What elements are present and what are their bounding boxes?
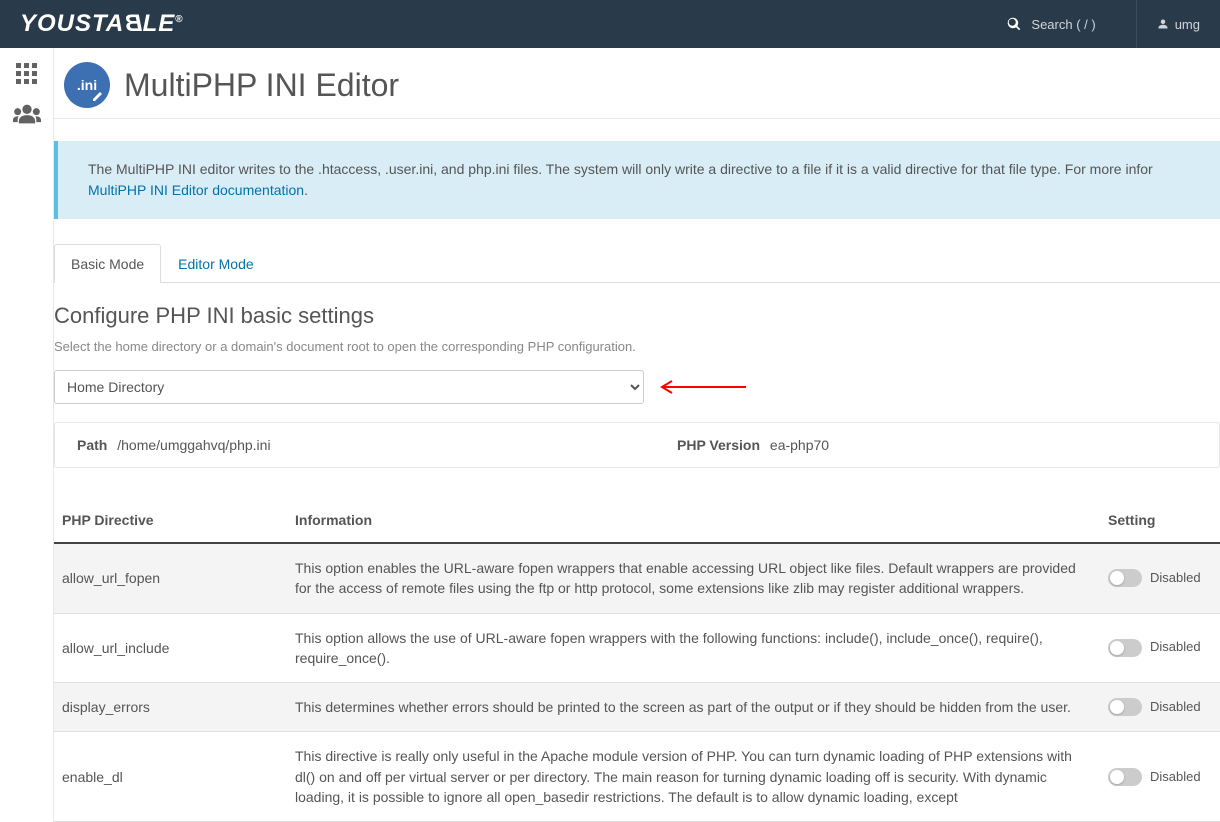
- search-area[interactable]: Search ( / ): [1007, 17, 1095, 32]
- info-text: The MultiPHP INI editor writes to the .h…: [88, 161, 1153, 177]
- directive-setting: Disabled: [1100, 683, 1220, 732]
- user-icon: [1157, 18, 1169, 30]
- mode-tabs: Basic Mode Editor Mode: [54, 244, 1220, 283]
- info-callout: The MultiPHP INI editor writes to the .h…: [54, 141, 1220, 219]
- sidebar: [0, 48, 54, 822]
- directive-setting: Disabled: [1100, 613, 1220, 683]
- brand-logo: YOUSTABLE®: [20, 10, 184, 38]
- user-menu[interactable]: umg: [1136, 0, 1200, 48]
- col-setting: Setting: [1100, 500, 1220, 543]
- annotation-arrow: [656, 379, 746, 395]
- toggle-switch[interactable]: [1108, 569, 1142, 587]
- table-row: display_errorsThis determines whether er…: [54, 683, 1220, 732]
- toggle-switch[interactable]: [1108, 768, 1142, 786]
- directives-table: PHP Directive Information Setting allow_…: [54, 500, 1220, 822]
- username: umg: [1175, 17, 1200, 32]
- col-information: Information: [287, 500, 1100, 543]
- directive-setting: Disabled: [1100, 543, 1220, 613]
- directive-info: This option enables the URL-aware fopen …: [287, 543, 1100, 613]
- directive-info: This directive is really only useful in …: [287, 732, 1100, 822]
- section-title: Configure PHP INI basic settings: [54, 303, 1220, 329]
- table-row: allow_url_includeThis option allows the …: [54, 613, 1220, 683]
- section-description: Select the home directory or a domain's …: [54, 339, 1220, 354]
- directive-info: This determines whether errors should be…: [287, 683, 1100, 732]
- path-info-box: Path /home/umggahvq/php.ini PHP Version …: [54, 422, 1220, 468]
- users-icon[interactable]: [13, 102, 41, 126]
- path-label: Path: [77, 437, 107, 453]
- search-placeholder: Search ( / ): [1031, 17, 1095, 32]
- page-title: MultiPHP INI Editor: [124, 67, 399, 104]
- app-header: YOUSTABLE® Search ( / ) umg: [0, 0, 1220, 48]
- search-icon: [1007, 17, 1021, 31]
- toggle-switch[interactable]: [1108, 639, 1142, 657]
- directive-info: This option allows the use of URL-aware …: [287, 613, 1100, 683]
- documentation-link[interactable]: MultiPHP INI Editor documentation: [88, 182, 304, 198]
- toggle-label: Disabled: [1150, 768, 1201, 787]
- ini-editor-icon: .ini: [64, 62, 110, 108]
- directive-name: enable_dl: [54, 732, 287, 822]
- page-header: .ini MultiPHP INI Editor: [54, 56, 1220, 119]
- table-row: allow_url_fopenThis option enables the U…: [54, 543, 1220, 613]
- toggle-label: Disabled: [1150, 638, 1201, 657]
- directive-setting: Disabled: [1100, 732, 1220, 822]
- main-content: .ini MultiPHP INI Editor The MultiPHP IN…: [54, 48, 1220, 822]
- table-row: enable_dlThis directive is really only u…: [54, 732, 1220, 822]
- toggle-label: Disabled: [1150, 569, 1201, 588]
- tab-editor-mode[interactable]: Editor Mode: [161, 244, 270, 283]
- directive-name: allow_url_fopen: [54, 543, 287, 613]
- path-value: /home/umggahvq/php.ini: [117, 437, 270, 453]
- col-directive: PHP Directive: [54, 500, 287, 543]
- directive-name: display_errors: [54, 683, 287, 732]
- pencil-icon: [92, 90, 104, 102]
- apps-grid-icon[interactable]: [13, 62, 41, 86]
- toggle-label: Disabled: [1150, 698, 1201, 717]
- domain-select[interactable]: Home Directory: [54, 370, 644, 404]
- directive-name: allow_url_include: [54, 613, 287, 683]
- toggle-switch[interactable]: [1108, 698, 1142, 716]
- tab-basic-mode[interactable]: Basic Mode: [54, 244, 161, 283]
- version-label: PHP Version: [677, 437, 760, 453]
- version-value: ea-php70: [770, 437, 829, 453]
